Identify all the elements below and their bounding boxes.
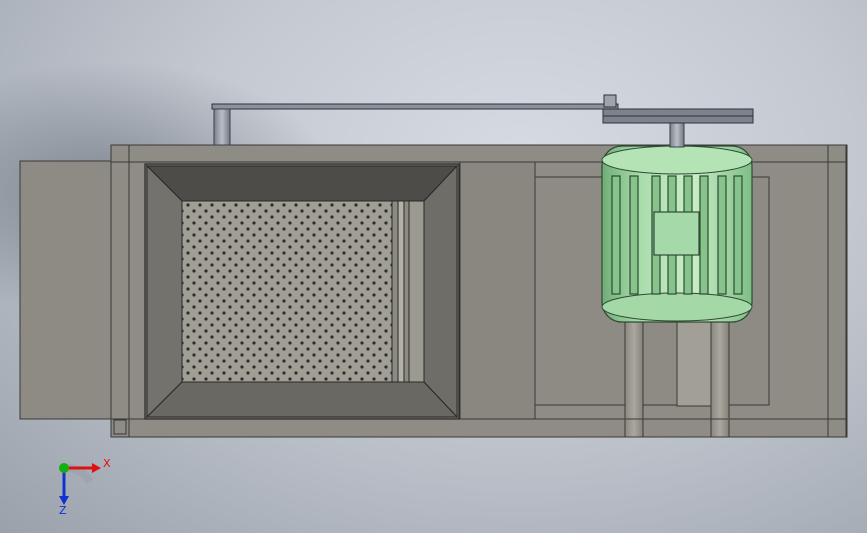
screen-edge-strips <box>391 200 425 383</box>
drive-belt[interactable] <box>211 94 619 110</box>
driven-pulley-shaft[interactable] <box>213 108 231 146</box>
hopper[interactable] <box>144 163 460 420</box>
motor-pulley[interactable] <box>602 108 754 124</box>
motor-stand[interactable] <box>624 317 730 438</box>
perforated-screen[interactable] <box>181 200 393 383</box>
cad-viewport[interactable]: X Z <box>0 0 867 533</box>
y-axis-dot <box>59 463 69 473</box>
z-axis-label: Z <box>59 504 67 517</box>
x-axis-label: X <box>103 457 111 470</box>
coordinate-triad[interactable]: X Z <box>59 457 111 517</box>
center-panel <box>459 161 536 420</box>
side-panel[interactable] <box>19 160 113 420</box>
x-axis-arrowhead <box>92 463 101 473</box>
terminal-box[interactable] <box>653 211 700 256</box>
electric-motor[interactable] <box>601 145 753 323</box>
model-view[interactable]: X Z <box>0 0 867 533</box>
motor-shaft <box>669 120 685 148</box>
